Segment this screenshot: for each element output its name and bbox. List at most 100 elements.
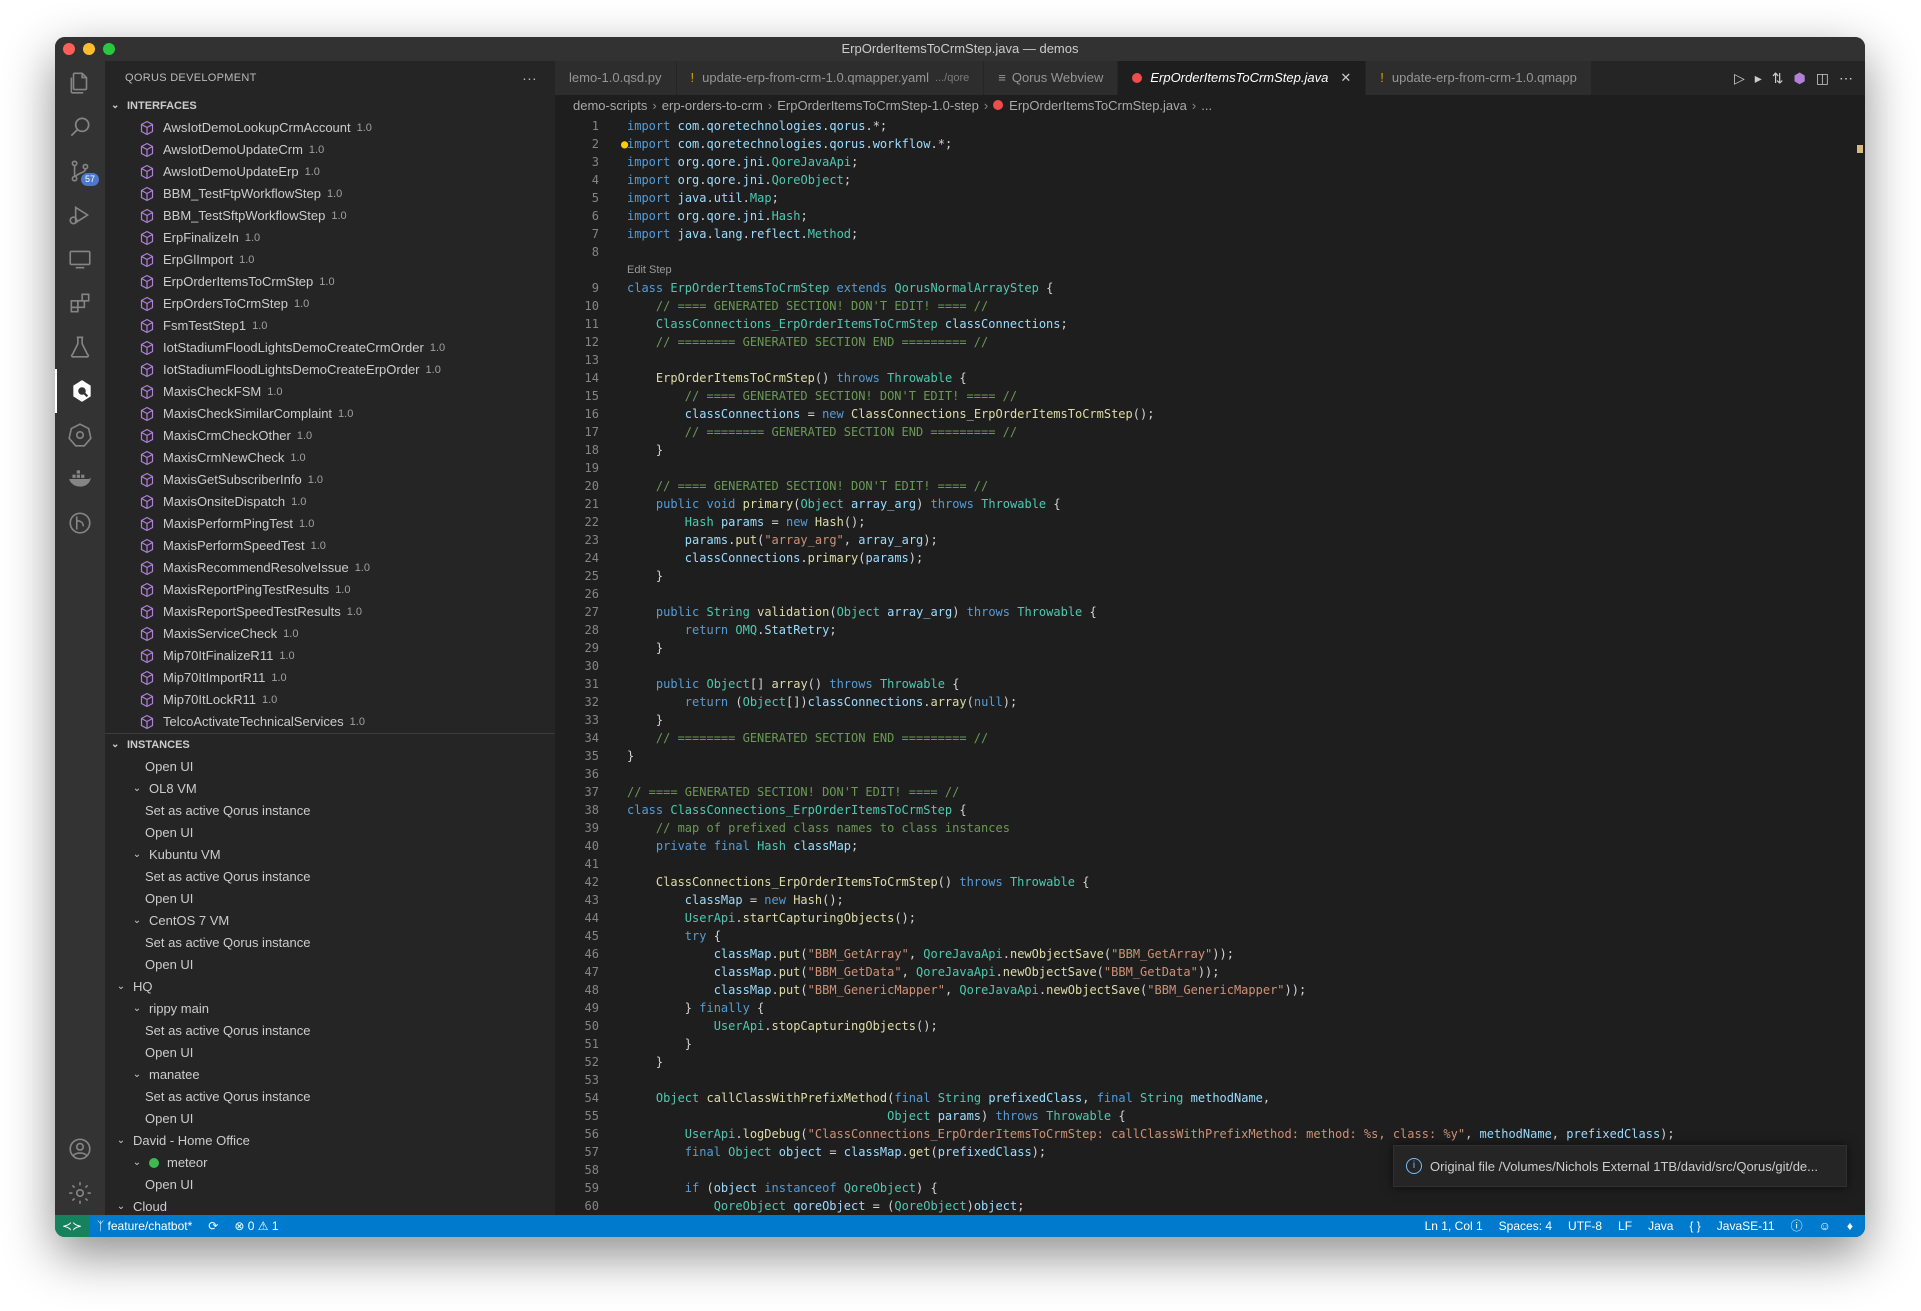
interface-item[interactable]: MaxisPerformSpeedTest 1.0 [105, 535, 555, 557]
interface-item[interactable]: IotStadiumFloodLightsDemoCreateErpOrder 1… [105, 359, 555, 381]
interface-item[interactable]: MaxisCrmNewCheck 1.0 [105, 447, 555, 469]
feedback-icon[interactable]: ☺ [1819, 1215, 1831, 1237]
breadcrumb-item[interactable]: demo-scripts [573, 98, 647, 113]
editor-tab-active[interactable]: ErpOrderItemsToCrmStep.java ✕ [1118, 61, 1367, 95]
instance-group[interactable]: ⌄ David - Home Office [105, 1130, 555, 1152]
breadcrumb-item[interactable]: ErpOrderItemsToCrmStep-1.0-step [777, 98, 979, 113]
close-window-button[interactable] [63, 43, 75, 55]
interface-item[interactable]: MaxisCheckSimilarComplaint 1.0 [105, 403, 555, 425]
interface-item[interactable]: ErpGlImport 1.0 [105, 249, 555, 271]
editor-tab[interactable]: lemo-1.0.qsd.py [555, 61, 677, 95]
problems-indicator[interactable]: ⊗ 0 ⚠ 1 [234, 1215, 278, 1237]
interface-item[interactable]: Mip70ItImportR11 1.0 [105, 667, 555, 689]
instance-action[interactable]: Open UI [105, 1042, 555, 1064]
end-of-line[interactable]: LF [1618, 1215, 1632, 1237]
notification-toast[interactable]: i Original file /Volumes/Nichols Externa… [1393, 1145, 1847, 1187]
more-actions-icon[interactable]: ⋯ [1839, 70, 1853, 87]
instance-group[interactable]: ⌄ meteor [105, 1152, 555, 1174]
gitlens-icon[interactable] [55, 501, 105, 545]
cursor-position[interactable]: Ln 1, Col 1 [1425, 1215, 1483, 1237]
qorus-icon[interactable] [55, 369, 107, 413]
breadcrumb-item[interactable]: ErpOrderItemsToCrmStep.java [1009, 98, 1187, 113]
instance-action[interactable]: Set as active Qorus instance [105, 800, 555, 822]
interface-item[interactable]: BBM_TestFtpWorkflowStep 1.0 [105, 183, 555, 205]
breadcrumb-item[interactable]: erp-orders-to-crm [662, 98, 763, 113]
instance-action[interactable]: Set as active Qorus instance [105, 1020, 555, 1042]
interface-item[interactable]: AwsIotDemoUpdateCrm 1.0 [105, 139, 555, 161]
explorer-icon[interactable] [55, 61, 105, 105]
info-icon[interactable]: ⓘ [1791, 1215, 1803, 1237]
kubernetes-icon[interactable] [55, 413, 105, 457]
remote-indicator-icon[interactable]: ≺≻ [55, 1215, 89, 1237]
breadcrumb-item[interactable]: ... [1201, 98, 1212, 113]
run-icon[interactable]: ▷ [1734, 70, 1745, 87]
lightbulb-icon[interactable]: ● [621, 135, 628, 153]
interface-item[interactable]: IotStadiumFloodLightsDemoCreateCrmOrder 1… [105, 337, 555, 359]
more-actions-icon[interactable]: ··· [522, 61, 537, 95]
language-mode[interactable]: Java [1648, 1215, 1673, 1237]
extensions-icon[interactable] [55, 281, 105, 325]
interface-item[interactable]: MaxisReportSpeedTestResults 1.0 [105, 601, 555, 623]
accounts-icon[interactable] [55, 1127, 105, 1171]
interface-item[interactable]: MaxisPerformPingTest 1.0 [105, 513, 555, 535]
close-icon[interactable]: ✕ [1340, 61, 1351, 95]
remote-explorer-icon[interactable] [55, 237, 105, 281]
interface-item[interactable]: FsmTestStep1 1.0 [105, 315, 555, 337]
editor-tab[interactable]: ! update-erp-from-crm-1.0.qmapper.yaml...… [676, 61, 985, 95]
compare-changes-icon[interactable]: ⇅ [1772, 70, 1784, 87]
instance-action[interactable]: Open UI [105, 954, 555, 976]
instance-group[interactable]: ⌄ Kubuntu VM [105, 844, 555, 866]
interface-item[interactable]: MaxisRecommendResolveIssue 1.0 [105, 557, 555, 579]
interface-item[interactable]: MaxisCheckFSM 1.0 [105, 381, 555, 403]
encoding[interactable]: UTF-8 [1568, 1215, 1602, 1237]
interface-item[interactable]: MaxisGetSubscriberInfo 1.0 [105, 469, 555, 491]
sync-icon[interactable]: ⟳ [208, 1215, 218, 1237]
source-control-icon[interactable]: 57 [55, 149, 105, 193]
instance-group[interactable]: ⌄ manatee [105, 1064, 555, 1086]
instance-group[interactable]: ⌄ OL8 VM [105, 778, 555, 800]
qorus-action-icon[interactable]: ⬢ [1794, 70, 1806, 87]
docker-icon[interactable] [55, 457, 105, 501]
instance-action[interactable]: Open UI [105, 1174, 555, 1196]
notifications-bell-icon[interactable]: ♦ [1847, 1215, 1853, 1237]
interface-item[interactable]: AwsIotDemoUpdateErp 1.0 [105, 161, 555, 183]
zoom-window-button[interactable] [103, 43, 115, 55]
instance-group[interactable]: ⌄ CentOS 7 VM [105, 910, 555, 932]
interface-item[interactable]: TelcoActivateTechnicalServices 1.0 [105, 711, 555, 733]
instance-action[interactable]: Open UI [105, 1108, 555, 1130]
run-debug-icon[interactable] [55, 193, 105, 237]
split-editor-icon[interactable]: ◫ [1816, 70, 1829, 87]
settings-gear-icon[interactable] [55, 1171, 105, 1215]
editor-tab[interactable]: ! update-erp-from-crm-1.0.qmapp [1366, 61, 1592, 95]
debug-run-icon[interactable]: ▸ [1755, 70, 1762, 87]
interface-item[interactable]: MaxisServiceCheck 1.0 [105, 623, 555, 645]
interfaces-section-header[interactable]: ⌄ INTERFACES [105, 95, 555, 117]
search-icon[interactable] [55, 105, 105, 149]
instance-action[interactable]: Set as active Qorus instance [105, 932, 555, 954]
interface-item[interactable]: BBM_TestSftpWorkflowStep 1.0 [105, 205, 555, 227]
editor-tab[interactable]: ≡ Qorus Webview [984, 61, 1119, 95]
interface-item[interactable]: Mip70ItFinalizeR11 1.0 [105, 645, 555, 667]
minimize-window-button[interactable] [83, 43, 95, 55]
instance-action[interactable]: Set as active Qorus instance [105, 1086, 555, 1108]
interface-item[interactable]: Mip70ItLockR11 1.0 [105, 689, 555, 711]
instances-section-header[interactable]: ⌄ INSTANCES [105, 733, 555, 756]
braces-icon[interactable]: { } [1689, 1215, 1700, 1237]
interface-item[interactable]: MaxisOnsiteDispatch 1.0 [105, 491, 555, 513]
interface-item[interactable]: AwsIotDemoLookupCrmAccount 1.0 [105, 117, 555, 139]
instance-action[interactable]: Set as active Qorus instance [105, 866, 555, 888]
instance-group[interactable]: ⌄ rippy main [105, 998, 555, 1020]
instance-group[interactable]: ⌄ HQ [105, 976, 555, 998]
interface-item[interactable]: MaxisReportPingTestResults 1.0 [105, 579, 555, 601]
instance-action[interactable]: Open UI [105, 756, 555, 778]
git-branch[interactable]: ᛉ feature/chatbot* [97, 1215, 192, 1237]
instance-action[interactable]: Open UI [105, 822, 555, 844]
interface-item[interactable]: ErpOrderItemsToCrmStep 1.0 [105, 271, 555, 293]
code-editor[interactable]: 1 import com.qoretechnologies.qorus.*; 2 im… [555, 117, 1865, 1221]
interface-item[interactable]: ErpOrdersToCrmStep 1.0 [105, 293, 555, 315]
interface-item[interactable]: MaxisCrmCheckOther 1.0 [105, 425, 555, 447]
testing-icon[interactable] [55, 325, 105, 369]
instance-action[interactable]: Open UI [105, 888, 555, 910]
interface-item[interactable]: ErpFinalizeIn 1.0 [105, 227, 555, 249]
codelens-edit-step[interactable]: Edit Step [555, 261, 1865, 279]
